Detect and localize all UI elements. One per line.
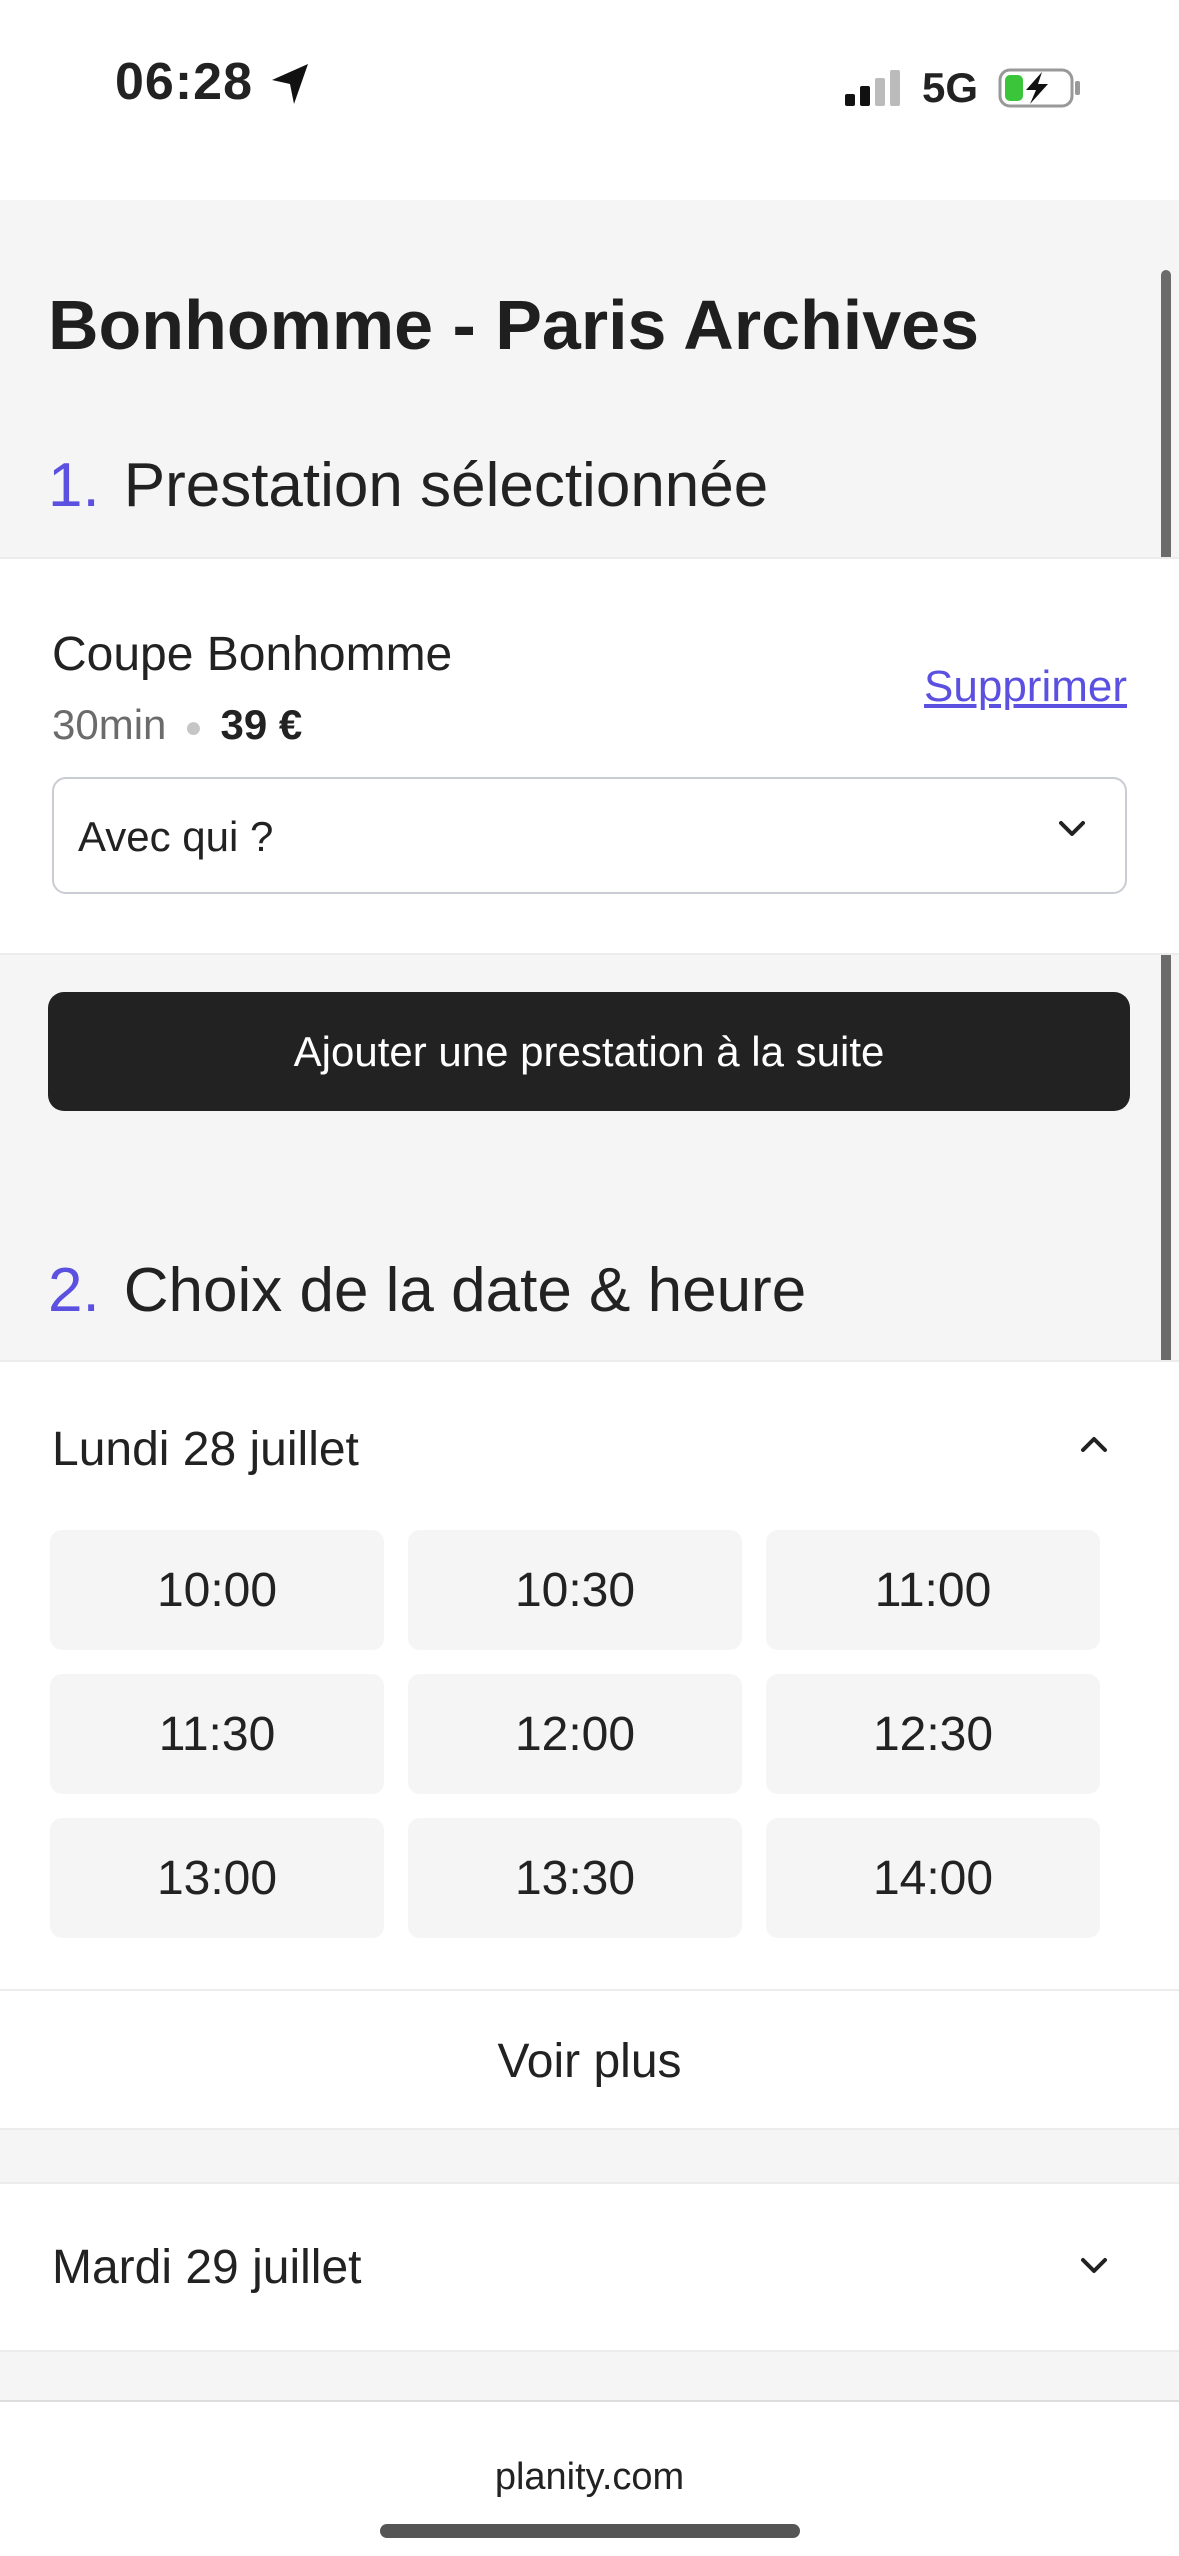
staff-select-value: Avec qui ?: [78, 813, 274, 860]
divider: [0, 1989, 1179, 1991]
section-1-label: Prestation sélectionnée: [123, 451, 769, 520]
time-slot[interactable]: 11:00: [766, 1530, 1100, 1650]
add-service-button[interactable]: Ajouter une prestation à la suite: [48, 992, 1130, 1111]
time-slot[interactable]: 13:30: [408, 1818, 742, 1938]
time-slot[interactable]: 12:30: [766, 1674, 1100, 1794]
section-1-number: 1.: [48, 451, 100, 520]
time-slot[interactable]: 12:00: [408, 1674, 742, 1794]
salon-title: Bonhomme - Paris Archives: [48, 286, 980, 364]
time-slot[interactable]: 10:00: [50, 1530, 384, 1650]
battery-charging-icon: [998, 66, 1082, 115]
url-label[interactable]: planity.com: [0, 2456, 1179, 2499]
time-slot[interactable]: 14:00: [766, 1818, 1100, 1938]
time-slot[interactable]: 10:30: [408, 1530, 742, 1650]
selected-service-card: Coupe Bonhomme 30min ● 39 € Supprimer Avec…: [0, 557, 1179, 955]
day-label[interactable]: Lundi 28 juillet: [52, 1422, 359, 1477]
browser-url-bar[interactable]: planity.com: [0, 2400, 1179, 2556]
time-slot-grid: 10:00 10:30 11:00 11:30 12:00 12:30 13:0…: [50, 1530, 1102, 1938]
chevron-down-icon[interactable]: [1079, 2256, 1109, 2281]
location-arrow-icon: [270, 62, 310, 111]
staff-select[interactable]: Avec qui ?: [52, 777, 1127, 894]
service-price: 39 €: [220, 701, 303, 748]
section-2-number: 2.: [48, 1256, 100, 1325]
day-card-expanded: Lundi 28 juillet 10:00 10:30 11:00 11:30…: [0, 1360, 1179, 2130]
service-meta: 30min ● 39 €: [52, 701, 302, 749]
section-2-title: 2. Choix de la date & heure: [48, 1255, 806, 1326]
service-name: Coupe Bonhomme: [52, 628, 453, 681]
time-slot[interactable]: 13:00: [50, 1818, 384, 1938]
time-slot[interactable]: 11:30: [50, 1674, 384, 1794]
network-label: 5G: [922, 64, 979, 111]
see-more-button[interactable]: Voir plus: [0, 1992, 1179, 2130]
status-time: 06:28: [115, 53, 253, 111]
signal-icon: [845, 68, 905, 113]
service-duration: 30min: [52, 701, 167, 748]
section-1-title: 1. Prestation sélectionnée: [48, 450, 768, 521]
delete-service-link[interactable]: Supprimer: [924, 662, 1127, 712]
status-bar: 06:28 5G: [0, 0, 1179, 200]
separator-dot: ●: [184, 710, 203, 744]
section-2-label: Choix de la date & heure: [123, 1256, 807, 1325]
home-indicator[interactable]: [380, 2524, 800, 2538]
day-label[interactable]: Mardi 29 juillet: [52, 2240, 361, 2295]
day-card-collapsed[interactable]: Mardi 29 juillet: [0, 2182, 1179, 2352]
chevron-down-icon: [1057, 819, 1087, 844]
chevron-up-icon[interactable]: [1079, 1434, 1109, 1459]
